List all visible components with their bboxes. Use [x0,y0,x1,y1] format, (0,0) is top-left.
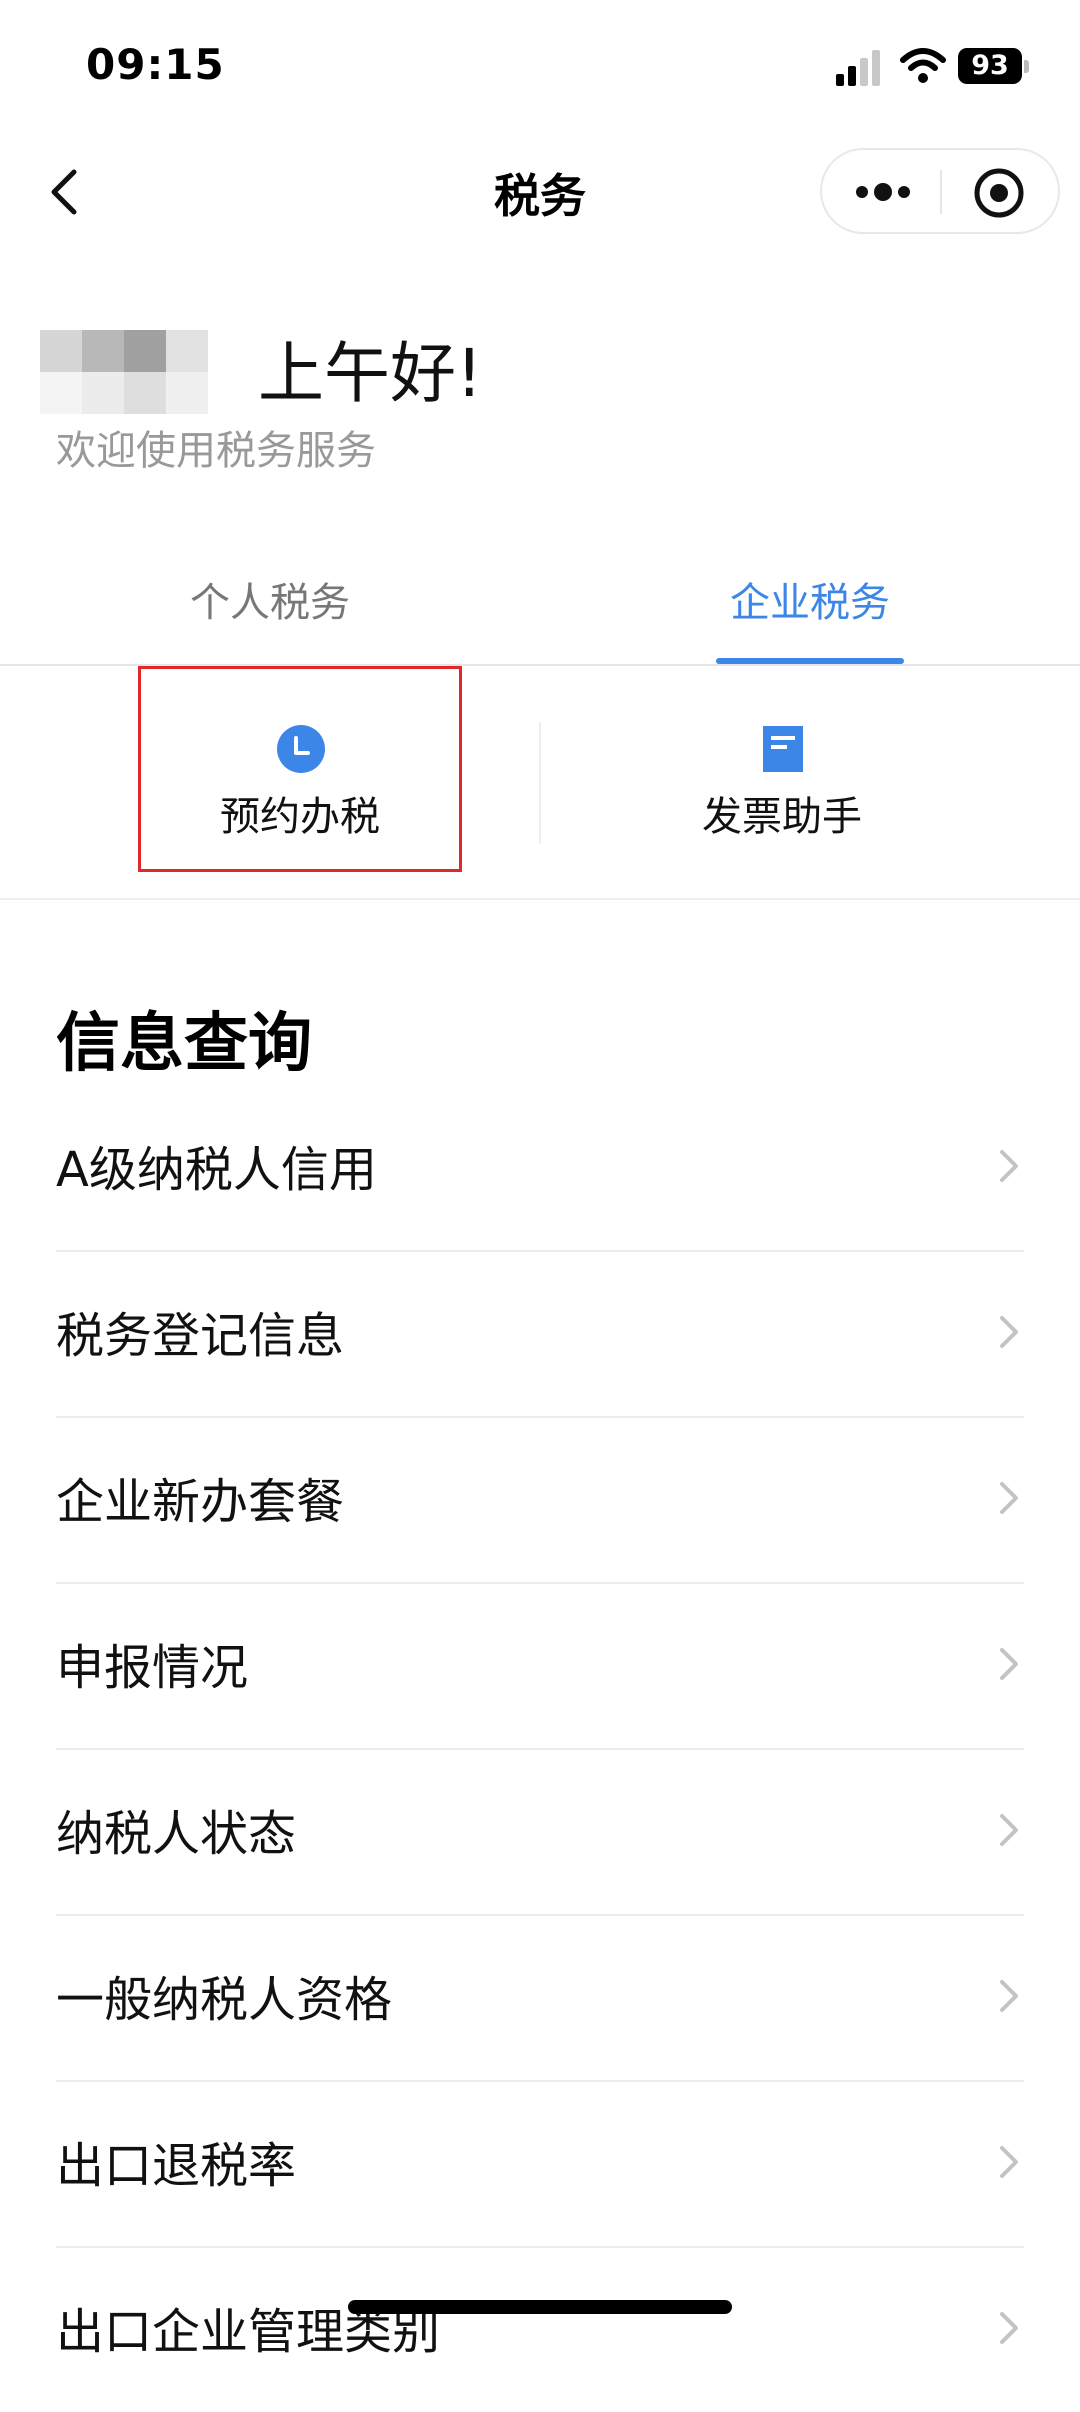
status-bar: 09:15 93 [0,0,1080,130]
close-circle-icon[interactable] [972,166,1026,220]
battery-icon: 93 [958,48,1022,84]
tab-personal-tax[interactable]: 个人税务 [0,570,540,628]
chevron-right-icon [1000,2312,1018,2344]
signal-icon [836,50,882,86]
chevron-right-icon [1000,1814,1018,1846]
active-tab-indicator [716,658,904,664]
greeting-title: 上午好! [258,335,483,412]
list-item-taxpayer-status[interactable]: 纳税人状态 [56,1750,1024,1916]
list-item-export-company-category[interactable]: 出口企业管理类别 [56,2248,1024,2412]
quick-divider [539,722,541,844]
list-item-label: 纳税人状态 [56,1806,297,1862]
chevron-right-icon [1000,1316,1018,1348]
avatar [40,330,208,414]
list-item-label: 企业新办套餐 [56,1474,345,1530]
list-item-label: 出口退税率 [56,2138,297,2194]
section-title: 信息查询 [56,1007,312,1081]
battery-tip [1024,60,1029,73]
list-item-label: 税务登记信息 [56,1308,345,1364]
home-indicator [348,2300,732,2314]
invoice-assistant-button[interactable]: 发票助手 [620,666,944,898]
chevron-right-icon [1000,1150,1018,1182]
greeting-subtitle: 欢迎使用税务服务 [56,428,376,474]
page-title: 税务 [494,169,586,223]
tab-bar: 个人税务 企业税务 [0,540,1080,666]
wifi-icon [900,48,946,83]
list-item-new-company-package[interactable]: 企业新办套餐 [56,1418,1024,1584]
quick-actions: 预约办税 发票助手 [0,666,1080,900]
list-item-label: 一般纳税人资格 [56,1972,393,2028]
list-item-label: A级纳税人信用 [56,1142,377,1198]
chevron-right-icon [1000,1648,1018,1680]
highlight-box [138,666,462,872]
mini-program-capsule [820,148,1060,234]
chevron-right-icon [1000,1482,1018,1514]
invoice-assistant-label: 发票助手 [702,794,862,840]
status-time: 09:15 [86,40,225,89]
greeting-section: 上午好! 欢迎使用税务服务 [0,300,1080,500]
navigation-bar: 税务 [0,130,1080,250]
list-item-a-level-credit[interactable]: A级纳税人信用 [56,1086,1024,1252]
list-item-label: 申报情况 [56,1640,249,1696]
capsule-divider [940,170,942,214]
list-item-tax-registration[interactable]: 税务登记信息 [56,1252,1024,1418]
chevron-right-icon [1000,1980,1018,2012]
back-icon[interactable] [40,162,90,222]
list-item-general-taxpayer[interactable]: 一般纳税人资格 [56,1916,1024,2082]
chevron-right-icon [1000,2146,1018,2178]
more-icon[interactable] [852,172,914,212]
document-icon [763,726,803,772]
list-item-export-rebate-rate[interactable]: 出口退税率 [56,2082,1024,2248]
list-item-declaration-status[interactable]: 申报情况 [56,1584,1024,1750]
tab-company-tax[interactable]: 企业税务 [540,570,1080,628]
info-query-list: A级纳税人信用 税务登记信息 企业新办套餐 申报情况 纳税人状态 一般纳税人资格… [56,1086,1024,2412]
